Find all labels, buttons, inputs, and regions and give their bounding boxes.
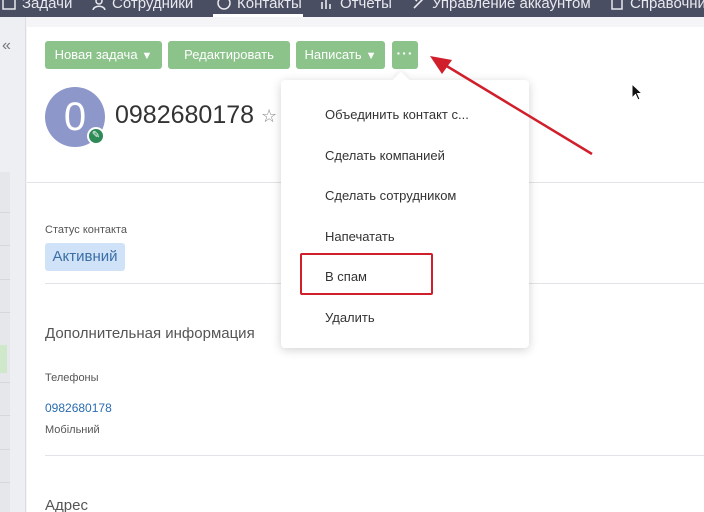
annotation-arrow <box>430 56 593 156</box>
mouse-cursor-icon <box>631 83 643 101</box>
